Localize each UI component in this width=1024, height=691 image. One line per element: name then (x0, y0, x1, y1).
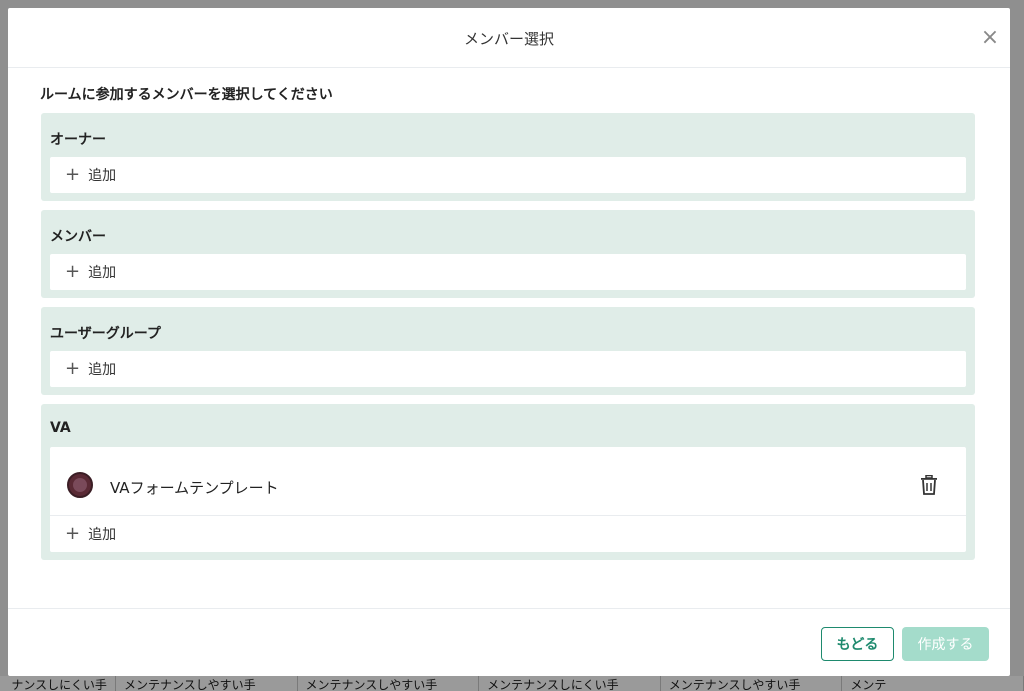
section-title-user-group: ユーザーグループ (50, 326, 161, 342)
close-icon[interactable]: × (980, 26, 1000, 50)
owner-add-box: + 追加 (50, 157, 966, 193)
owner-section: オーナー + 追加 (41, 113, 975, 201)
create-button[interactable]: 作成する (902, 627, 989, 661)
section-title-member: メンバー (50, 229, 106, 245)
background-cell: メンテ (842, 676, 1024, 691)
background-cell: メンテナンスしやすい手 (116, 676, 298, 691)
member-name: VAフォームテンプレート (110, 479, 279, 497)
plus-icon: + (65, 261, 81, 282)
add-va-button[interactable]: + 追加 (50, 516, 966, 552)
instruction-text: ルームに参加するメンバーを選択してください (40, 87, 333, 103)
add-label: 追加 (88, 527, 117, 543)
member-select-dialog: メンバー選択 × ルームに参加するメンバーを選択してください オーナー + 追加… (8, 8, 1010, 676)
dialog-footer: もどる 作成する (8, 608, 1010, 676)
trash-icon[interactable] (920, 475, 938, 495)
background-cell: メンテナンスしにくい手 (479, 676, 661, 691)
add-label: 追加 (88, 265, 117, 281)
add-label: 追加 (88, 362, 117, 378)
plus-icon: + (65, 164, 81, 185)
add-label: 追加 (88, 168, 117, 184)
plus-icon: + (65, 358, 81, 379)
member-section: メンバー + 追加 (41, 210, 975, 298)
background-cell: ナンスしにくい手 (0, 676, 116, 691)
va-member-row: VAフォームテンプレート (50, 447, 966, 516)
plus-icon: + (65, 523, 81, 544)
va-member-box: VAフォームテンプレート + 追加 (50, 447, 966, 552)
add-user-group-button[interactable]: + 追加 (50, 351, 966, 387)
background-cell: メンテナンスしやすい手 (298, 676, 480, 691)
dialog-title: メンバー選択 (463, 30, 554, 48)
background-cell: メンテナンスしやすい手 (661, 676, 843, 691)
avatar-icon (67, 472, 93, 498)
section-title-owner: オーナー (50, 132, 106, 148)
add-owner-button[interactable]: + 追加 (50, 157, 966, 193)
section-title-va: VA (50, 420, 71, 436)
va-section: VA VAフォームテンプレート + 追加 (41, 404, 975, 560)
user-group-section: ユーザーグループ + 追加 (41, 307, 975, 395)
add-member-button[interactable]: + 追加 (50, 254, 966, 290)
background-table-row: ナンスしにくい手 メンテナンスしやすい手 メンテナンスしやすい手 メンテナンスし… (0, 676, 1024, 691)
back-button[interactable]: もどる (821, 627, 894, 661)
dialog-header: メンバー選択 × (8, 8, 1010, 68)
user-group-add-box: + 追加 (50, 351, 966, 387)
member-add-box: + 追加 (50, 254, 966, 290)
